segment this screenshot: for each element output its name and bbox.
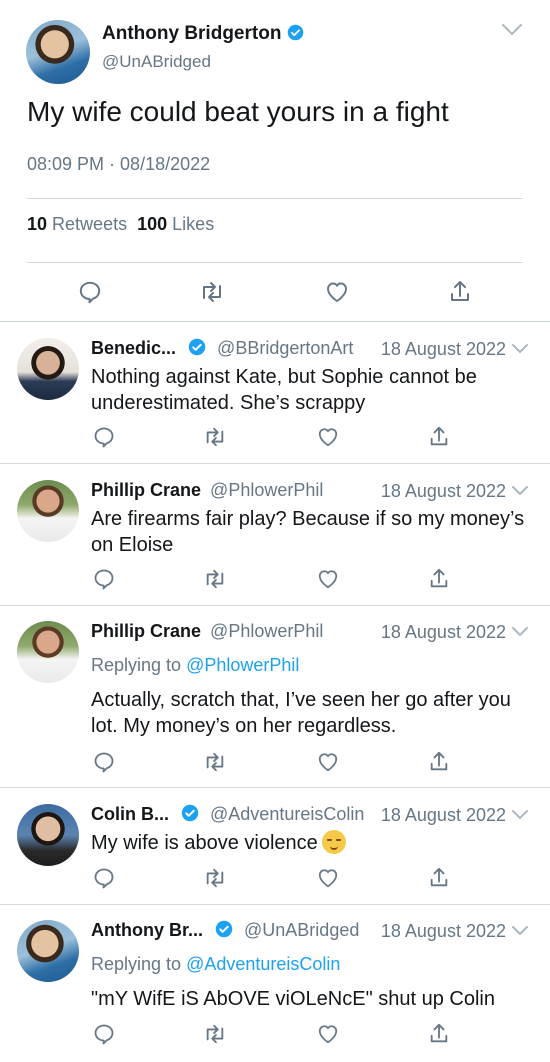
reply-author-name[interactable]: Phillip Crane	[91, 621, 201, 641]
chevron-down-icon[interactable]	[511, 485, 529, 497]
reply-date[interactable]: 18 August 2022	[381, 622, 506, 643]
avatar[interactable]	[17, 621, 79, 683]
reply-header: Colin B... @AdventureisColin	[91, 804, 364, 825]
reply-icon[interactable]	[92, 750, 116, 774]
heart-icon[interactable]	[316, 1023, 340, 1045]
chevron-down-icon[interactable]	[500, 22, 524, 38]
reply-icon[interactable]	[77, 279, 103, 305]
retweets-label[interactable]: Retweets	[52, 214, 127, 234]
heart-icon[interactable]	[316, 568, 340, 590]
tweet-text: My wife could beat yours in a fight	[27, 96, 449, 127]
retweet-icon[interactable]	[202, 426, 228, 448]
reply-author-handle[interactable]: @PhlowerPhil	[210, 621, 323, 641]
heart-icon[interactable]	[316, 867, 340, 889]
verified-badge-icon	[181, 804, 199, 822]
reply-icon[interactable]	[92, 1022, 116, 1046]
replying-to-mention[interactable]: @AdventureisColin	[186, 954, 340, 974]
avatar[interactable]	[17, 804, 79, 866]
reply-header: Phillip Crane @PhlowerPhil	[91, 480, 323, 501]
reply-text: Actually, scratch that, I’ve seen her go…	[91, 689, 511, 737]
reply-author-handle[interactable]: @AdventureisColin	[210, 804, 364, 824]
section-divider	[0, 321, 550, 322]
reply-tweet[interactable]: Phillip Crane @PhlowerPhil 18 August 202…	[0, 621, 550, 786]
author-handle[interactable]: @UnABridged	[102, 52, 211, 72]
retweet-icon[interactable]	[202, 1023, 228, 1045]
replying-to-prefix: Replying to	[91, 954, 182, 974]
replying-to: Replying to @AdventureisColin	[91, 954, 340, 975]
reply-header: Anthony Br... @UnABridged	[91, 920, 359, 941]
avatar[interactable]	[26, 20, 90, 84]
retweets-count[interactable]: 10	[27, 214, 47, 234]
chevron-down-icon[interactable]	[511, 343, 529, 355]
reply-icon[interactable]	[92, 567, 116, 591]
reply-author-name[interactable]: Benedic...	[91, 338, 176, 358]
share-icon[interactable]	[428, 750, 450, 774]
share-icon[interactable]	[448, 279, 472, 305]
reply-icon[interactable]	[92, 425, 116, 449]
chevron-down-icon[interactable]	[511, 626, 529, 638]
retweet-icon[interactable]	[202, 568, 228, 590]
reply-author-handle[interactable]: @UnABridged	[244, 920, 359, 940]
replying-to-prefix: Replying to	[91, 655, 182, 675]
verified-badge-icon	[288, 24, 304, 41]
reply-date[interactable]: 18 August 2022	[381, 805, 506, 826]
heart-icon[interactable]	[316, 751, 340, 773]
reply-author-name[interactable]: Anthony Br...	[91, 920, 203, 940]
likes-label[interactable]: Likes	[172, 214, 214, 234]
verified-badge-icon	[215, 920, 233, 938]
reply-author-handle[interactable]: @BBridgertonArt	[217, 338, 353, 358]
reply-date[interactable]: 18 August 2022	[381, 921, 506, 942]
reply-author-handle[interactable]: @PhlowerPhil	[210, 480, 323, 500]
verified-badge-icon	[188, 338, 206, 356]
retweet-icon[interactable]	[198, 280, 226, 304]
relieved-face-emoji-icon	[321, 830, 346, 854]
reply-text: Are firearms fair play? Because if so my…	[91, 508, 525, 556]
share-icon[interactable]	[428, 425, 450, 449]
replying-to-mention[interactable]: @PhlowerPhil	[186, 655, 299, 675]
reply-header: Benedic... @BBridgertonArt	[91, 338, 353, 359]
reply-date[interactable]: 18 August 2022	[381, 481, 506, 502]
tweet-stats: 10 Retweets 100 Likes	[27, 214, 214, 235]
retweet-icon[interactable]	[202, 867, 228, 889]
chevron-down-icon[interactable]	[511, 809, 529, 821]
reply-icon[interactable]	[92, 866, 116, 890]
reply-header: Phillip Crane @PhlowerPhil	[91, 621, 323, 642]
divider	[27, 262, 523, 263]
divider	[0, 605, 550, 606]
share-icon[interactable]	[428, 567, 450, 591]
avatar[interactable]	[17, 920, 79, 982]
avatar[interactable]	[17, 338, 79, 400]
reply-text: "mY WifE iS AbOVE viOLeNcE" shut up Coli…	[91, 988, 495, 1010]
author-name[interactable]: Anthony Bridgerton	[102, 23, 304, 45]
divider	[27, 198, 523, 199]
reply-tweet[interactable]: Benedic... @BBridgertonArt 18 August 202…	[0, 338, 550, 463]
likes-count[interactable]: 100	[137, 214, 167, 234]
divider	[0, 904, 550, 905]
author-name-text: Anthony Bridgerton	[102, 23, 282, 44]
chevron-down-icon[interactable]	[511, 925, 529, 937]
heart-icon[interactable]	[324, 280, 350, 304]
reply-author-name[interactable]: Phillip Crane	[91, 480, 201, 500]
divider	[0, 463, 550, 464]
divider	[0, 787, 550, 788]
reply-text-content: My wife is above violence	[91, 832, 318, 854]
avatar[interactable]	[17, 480, 79, 542]
reply-text: Nothing against Kate, but Sophie cannot …	[91, 366, 477, 414]
reply-tweet[interactable]: Anthony Br... @UnABridged 18 August 2022…	[0, 920, 550, 1062]
reply-tweet[interactable]: Colin B... @AdventureisColin 18 August 2…	[0, 804, 550, 904]
reply-date[interactable]: 18 August 2022	[381, 339, 506, 360]
reply-text: My wife is above violence	[91, 830, 531, 856]
tweet-timestamp[interactable]: 08:09 PM · 08/18/2022	[27, 154, 210, 175]
replying-to: Replying to @PhlowerPhil	[91, 655, 299, 676]
main-tweet: Anthony Bridgerton @UnABridged My wife c…	[0, 0, 550, 322]
reply-tweet[interactable]: Phillip Crane @PhlowerPhil 18 August 202…	[0, 480, 550, 605]
reply-author-name[interactable]: Colin B...	[91, 804, 169, 824]
heart-icon[interactable]	[316, 426, 340, 448]
share-icon[interactable]	[428, 866, 450, 890]
share-icon[interactable]	[428, 1022, 450, 1046]
retweet-icon[interactable]	[202, 751, 228, 773]
